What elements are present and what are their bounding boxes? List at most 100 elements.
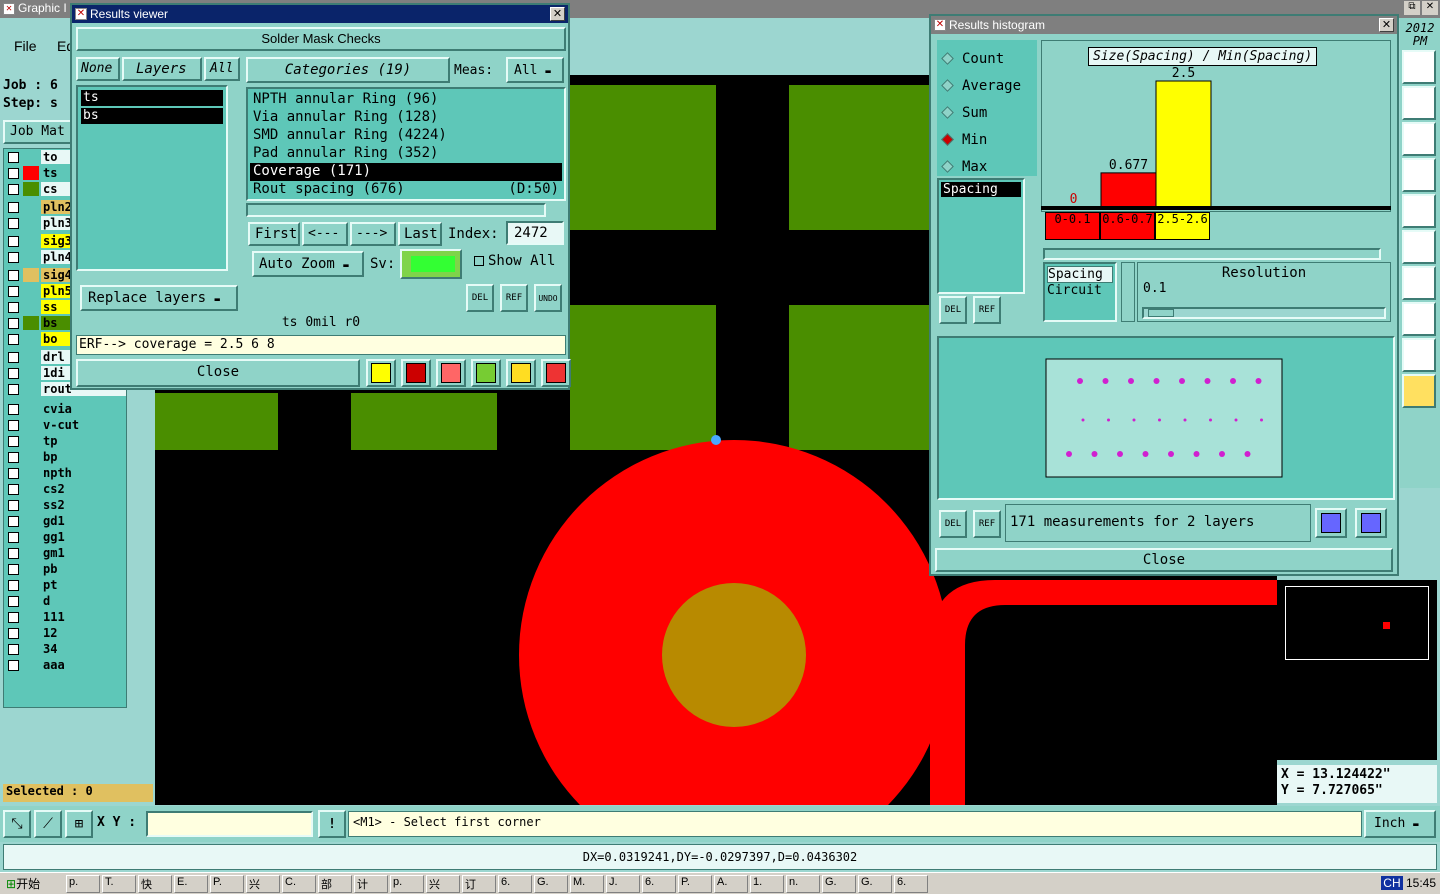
- layer-row[interactable]: aaa: [4, 657, 126, 673]
- stat-list[interactable]: Spacing Circuit: [1043, 262, 1117, 322]
- layer-row[interactable]: npth: [4, 465, 126, 481]
- layer-row[interactable]: d: [4, 593, 126, 609]
- taskbar-item[interactable]: G.: [822, 875, 856, 893]
- layer-checkbox[interactable]: [8, 167, 19, 179]
- layer-checkbox[interactable]: [8, 317, 19, 329]
- ref-button[interactable]: REF: [500, 284, 528, 312]
- none-button[interactable]: None: [76, 57, 120, 81]
- layer-checkbox[interactable]: [8, 383, 19, 395]
- help-icon[interactable]: [1402, 122, 1436, 156]
- result-marker[interactable]: [1255, 378, 1262, 384]
- first-button[interactable]: First: [248, 222, 300, 246]
- layer-checkbox[interactable]: [8, 483, 19, 495]
- pan-preview-icon[interactable]: [1355, 508, 1387, 538]
- mode-radio[interactable]: Sum: [937, 99, 1037, 126]
- layer-checkbox[interactable]: [8, 467, 19, 479]
- layer-checkbox[interactable]: [8, 435, 19, 447]
- taskbar-item[interactable]: p.: [66, 875, 100, 893]
- result-marker[interactable]: [1168, 451, 1174, 457]
- result-marker[interactable]: [1107, 418, 1110, 422]
- show-all-checkbox[interactable]: [474, 256, 484, 266]
- replace-layers-button[interactable]: Replace layers ▬: [80, 285, 238, 311]
- taskbar-item[interactable]: G.: [858, 875, 892, 893]
- layer-checkbox[interactable]: [8, 251, 19, 263]
- report-icon[interactable]: [506, 359, 536, 387]
- mode-radio[interactable]: Average: [937, 72, 1037, 99]
- layout-icon[interactable]: [1402, 50, 1436, 84]
- layer-row[interactable]: bp: [4, 449, 126, 465]
- layer-checkbox[interactable]: [8, 217, 19, 229]
- layer-checkbox[interactable]: [8, 563, 19, 575]
- taskbar-item[interactable]: J.: [606, 875, 640, 893]
- taskbar-item[interactable]: 1.: [750, 875, 784, 893]
- bin-range-label[interactable]: 2.5-2.6: [1155, 212, 1210, 240]
- chart-scrollbar[interactable]: [1043, 248, 1381, 260]
- layer-checkbox[interactable]: [8, 419, 19, 431]
- result-marker[interactable]: [1102, 378, 1109, 384]
- hist-ref-button[interactable]: REF: [973, 296, 1001, 324]
- close-icon[interactable]: ✕: [1422, 1, 1438, 15]
- taskbar-item[interactable]: 6.: [642, 875, 676, 893]
- category-item[interactable]: Rout spacing (676) (D:50): [250, 181, 562, 199]
- layer-row[interactable]: tp: [4, 433, 126, 449]
- layer-checkbox[interactable]: [8, 333, 19, 345]
- stat-scrollbar[interactable]: [1121, 262, 1135, 322]
- preview-del-button[interactable]: DEL: [939, 510, 967, 538]
- taskbar-item[interactable]: 6.: [498, 875, 532, 893]
- histogram-close-button[interactable]: Close: [935, 548, 1393, 572]
- job-matrix-button[interactable]: Job Mat: [3, 120, 75, 144]
- layer-row[interactable]: gm1: [4, 545, 126, 561]
- layer-row[interactable]: 34: [4, 641, 126, 657]
- result-marker[interactable]: [1077, 378, 1083, 384]
- result-marker[interactable]: [1183, 418, 1187, 422]
- mode-radio[interactable]: Max: [937, 153, 1037, 180]
- mode-radio[interactable]: Min: [937, 126, 1037, 153]
- result-marker[interactable]: [1193, 451, 1200, 457]
- taskbar-item[interactable]: P.: [210, 875, 244, 893]
- snap-icon[interactable]: [1402, 86, 1436, 120]
- taskbar-item[interactable]: A.: [714, 875, 748, 893]
- layer-row[interactable]: pb: [4, 561, 126, 577]
- layer-select-list[interactable]: ts bs: [76, 85, 228, 271]
- result-marker[interactable]: [1081, 418, 1085, 422]
- category-item[interactable]: SMD annular Ring (4224): [250, 127, 562, 145]
- layer-checkbox[interactable]: [8, 403, 19, 415]
- hist-del-button[interactable]: DEL: [939, 296, 967, 324]
- result-marker[interactable]: [1153, 378, 1160, 384]
- layer-row[interactable]: gg1: [4, 529, 126, 545]
- result-marker[interactable]: [1209, 418, 1212, 422]
- categories-button[interactable]: Categories (19): [246, 57, 450, 83]
- result-marker[interactable]: [1244, 451, 1251, 457]
- show-all-toggle[interactable]: Show All: [470, 253, 555, 269]
- category-item[interactable]: NPTH annular Ring (96): [250, 91, 562, 109]
- result-marker[interactable]: [1117, 451, 1123, 457]
- result-marker[interactable]: [1066, 451, 1072, 457]
- sort-icon[interactable]: [471, 359, 501, 387]
- arc-icon[interactable]: [1402, 338, 1436, 372]
- histogram-bar[interactable]: [1100, 172, 1157, 208]
- layer-row[interactable]: cvia: [4, 401, 126, 417]
- taskbar-item[interactable]: P.: [678, 875, 712, 893]
- result-marker[interactable]: [1142, 451, 1149, 457]
- result-marker[interactable]: [1128, 378, 1134, 384]
- highlight-icon[interactable]: [366, 359, 396, 387]
- category-item[interactable]: Via annular Ring (128): [250, 109, 562, 127]
- zoom-preview-icon[interactable]: [1315, 508, 1347, 538]
- result-marker[interactable]: [1260, 418, 1263, 422]
- clear-icon[interactable]: [436, 359, 466, 387]
- zoom-fit-icon[interactable]: ⤡: [3, 810, 31, 838]
- meas-select[interactable]: All ▬: [506, 57, 564, 83]
- horizontal-scrollbar[interactable]: [246, 203, 546, 217]
- categories-list[interactable]: NPTH annular Ring (96) Via annular Ring (…: [246, 87, 566, 201]
- bin-range-label[interactable]: 0.6-0.7: [1100, 212, 1155, 240]
- layer-row[interactable]: ss2: [4, 497, 126, 513]
- histogram-bar[interactable]: [1155, 80, 1212, 208]
- layer-checkbox[interactable]: [8, 351, 19, 363]
- restore-icon[interactable]: ⧉: [1404, 1, 1420, 15]
- layer-checkbox[interactable]: [8, 627, 19, 639]
- auto-zoom-select[interactable]: Auto Zoom ▬: [252, 251, 364, 277]
- record-icon[interactable]: [1402, 194, 1436, 228]
- histogram-icon[interactable]: [541, 359, 571, 387]
- result-marker[interactable]: [1158, 418, 1161, 422]
- selected-layer-item[interactable]: bs: [81, 108, 223, 124]
